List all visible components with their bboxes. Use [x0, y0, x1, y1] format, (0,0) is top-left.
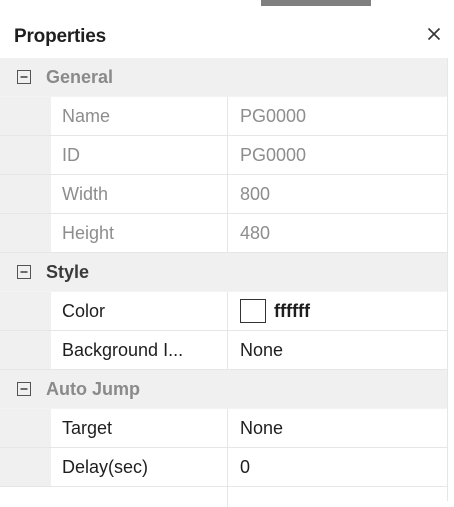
row-gutter	[0, 175, 51, 213]
group-auto-jump[interactable]: Auto Jump	[0, 370, 447, 409]
property-row-color[interactable]: Color ffffff	[0, 292, 447, 331]
row-gutter	[0, 409, 51, 447]
property-row-id[interactable]: ID PG0000	[0, 136, 447, 175]
property-name: Height	[51, 214, 228, 252]
row-gutter	[0, 214, 51, 252]
row-gutter	[0, 331, 51, 369]
property-value[interactable]: 0	[228, 448, 447, 486]
group-label-general: General	[46, 66, 114, 87]
row-gutter	[0, 97, 51, 135]
minus-box-icon	[17, 70, 31, 84]
collapse-toggle-general[interactable]	[16, 69, 32, 85]
close-icon	[427, 27, 441, 41]
property-row-height[interactable]: Height 480	[0, 214, 447, 253]
property-name: Background I...	[51, 331, 228, 369]
property-name: Width	[51, 175, 228, 213]
property-name: Target	[51, 409, 228, 447]
group-label-auto-jump: Auto Jump	[46, 378, 140, 399]
property-value[interactable]: None	[228, 331, 447, 369]
property-row-width[interactable]: Width 800	[0, 175, 447, 214]
color-swatch[interactable]	[240, 299, 266, 323]
panel-title: Properties	[14, 26, 106, 47]
property-value[interactable]: None	[228, 409, 447, 447]
property-value: 800	[240, 183, 271, 204]
panel-header: Properties	[0, 6, 454, 59]
grid-right-border	[447, 58, 448, 501]
property-name: Color	[51, 292, 228, 330]
group-style[interactable]: Style	[0, 253, 447, 292]
group-label-style: Style	[46, 261, 90, 282]
group-general[interactable]: General	[0, 58, 447, 97]
minus-box-icon	[17, 382, 31, 396]
property-row-name[interactable]: Name PG0000	[0, 97, 447, 136]
collapse-toggle-style[interactable]	[16, 264, 32, 280]
row-gutter	[0, 292, 51, 330]
property-row-target[interactable]: Target None	[0, 409, 447, 448]
row-gutter	[0, 448, 51, 486]
property-name: Delay(sec)	[51, 448, 228, 486]
row-gutter	[0, 487, 51, 507]
property-value: PG0000	[240, 144, 307, 165]
property-value[interactable]: ffffff	[228, 292, 447, 330]
property-value: 480	[240, 222, 271, 243]
minus-box-icon	[17, 265, 31, 279]
close-button[interactable]	[420, 20, 448, 48]
property-row-delay[interactable]: Delay(sec) 0	[0, 448, 447, 487]
row-gutter	[0, 136, 51, 174]
property-value: PG0000	[240, 105, 307, 126]
grid-empty-space	[0, 487, 447, 507]
property-grid: General Name PG0000 ID PG0000 Width 800 …	[0, 58, 447, 507]
properties-panel: Properties General Name PG0000 ID PG0000…	[0, 6, 454, 507]
collapse-toggle-auto-jump[interactable]	[16, 381, 32, 397]
empty-cell	[51, 487, 228, 507]
property-name: Name	[51, 97, 228, 135]
property-row-background-image[interactable]: Background I... None	[0, 331, 447, 370]
property-name: ID	[51, 136, 228, 174]
color-value-text: ffffff	[274, 300, 310, 321]
